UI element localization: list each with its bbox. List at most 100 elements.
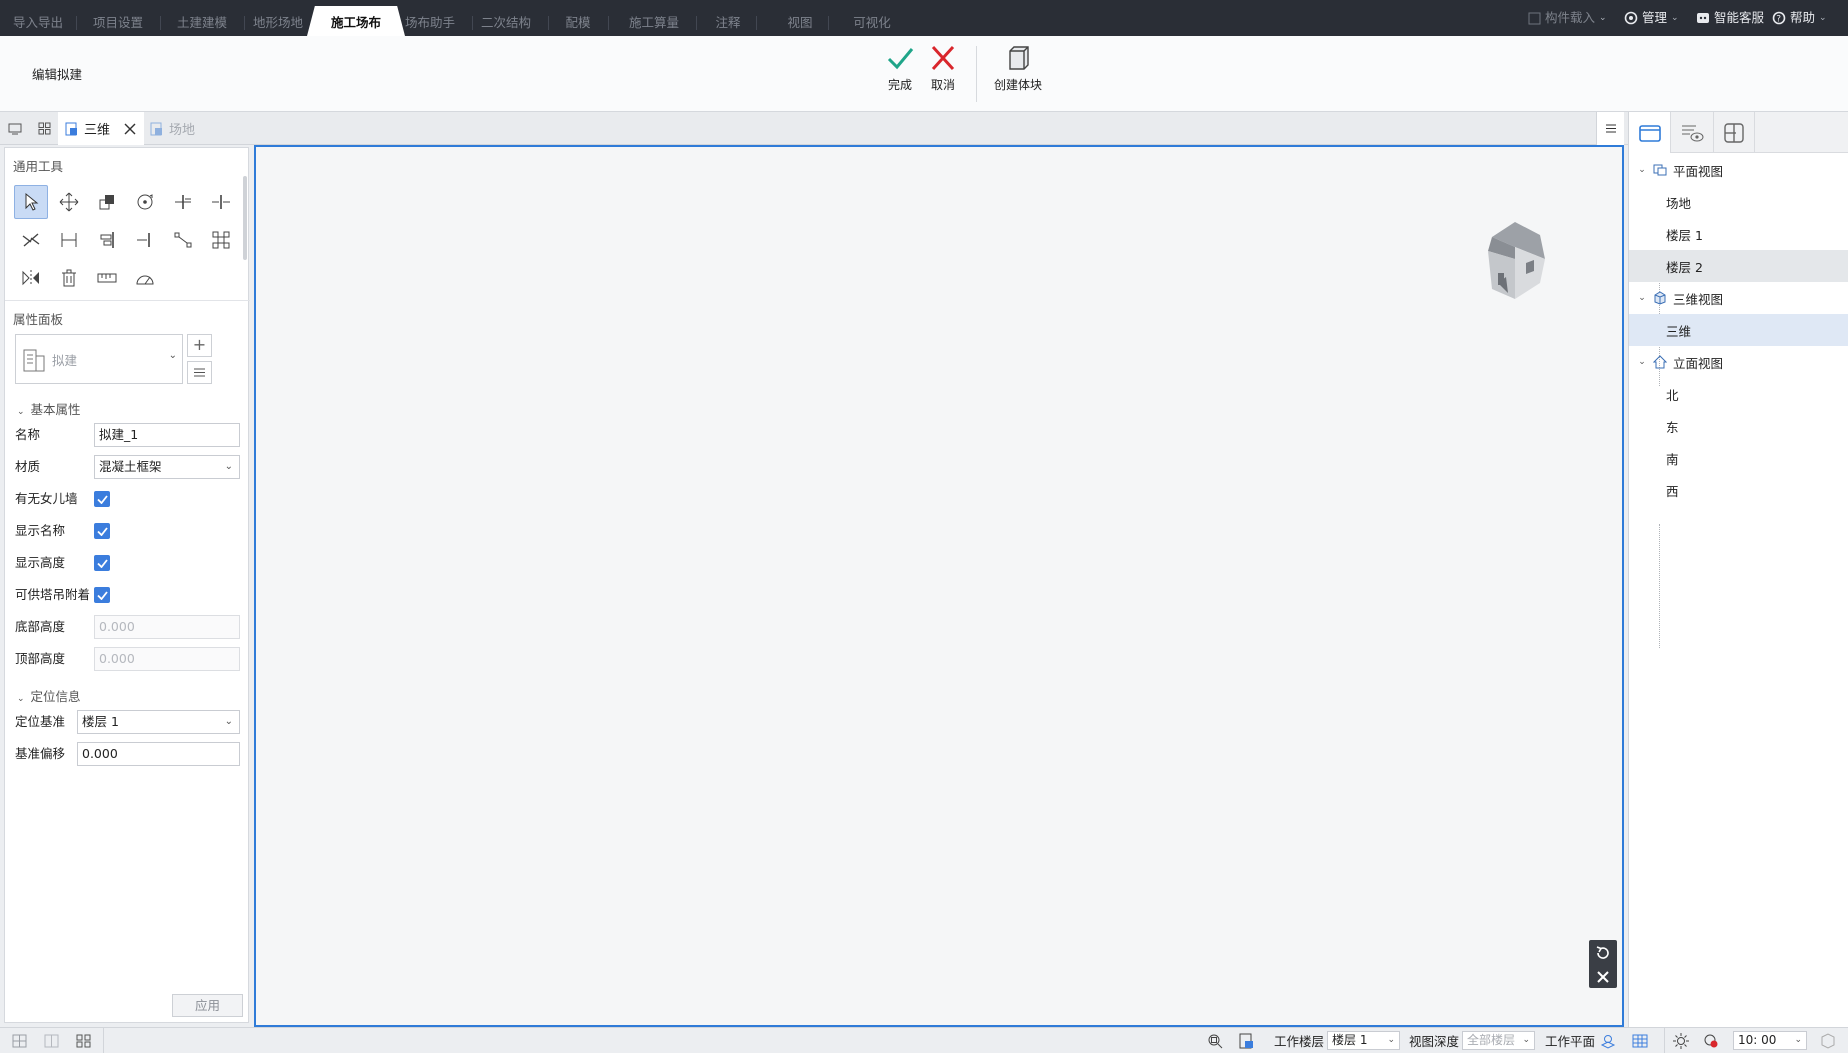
tab-project-settings[interactable]: 项目设置 [84,6,161,36]
close-icon [931,45,955,71]
tab-3d-view[interactable]: 三维 [58,112,144,145]
mirror-tool[interactable] [14,261,48,295]
rotate-icon [137,194,153,210]
select-tool[interactable] [14,185,48,219]
tree-item-west[interactable]: 西 [1629,474,1848,506]
view-depth-select[interactable]: 全部楼层 ⌄ [1462,1031,1535,1050]
grid-layout-button[interactable] [38,112,51,145]
extend-tool[interactable] [166,185,200,219]
time-select[interactable]: 10: 00 ⌄ [1733,1031,1807,1050]
measure-tool[interactable] [90,261,124,295]
tree-item-floor-2[interactable]: 楼层 2 [1629,250,1848,282]
tab-civil-modeling[interactable]: 土建建模 [168,6,245,36]
show-name-checkbox[interactable] [94,523,110,539]
parapet-checkbox[interactable] [94,491,110,507]
trim-icon [137,233,150,247]
apply-button[interactable]: 应用 [172,994,243,1017]
smart-service-button[interactable]: 智能客服 [1696,9,1764,27]
layout-grid-button[interactable] [76,1028,91,1053]
layout-single-button[interactable] [12,1028,27,1053]
help-menu[interactable]: ? 帮助 ⌄ [1772,9,1827,27]
tree-item-east[interactable]: 东 [1629,410,1848,442]
split-tool[interactable] [204,185,238,219]
name-input[interactable]: 拟建_1 [94,423,240,447]
zoom-extent-button[interactable] [1207,1028,1223,1053]
move-tool[interactable] [52,185,86,219]
dimension-tool[interactable] [52,223,86,257]
3d-viewport[interactable] [254,145,1624,1027]
copy-tool[interactable] [90,185,124,219]
work-floor-select[interactable]: 楼层 1 ⌄ [1327,1031,1400,1050]
grid-display-icon [1632,1034,1648,1047]
position-ref-select[interactable]: 楼层 1 ⌄ [77,710,240,734]
add-type-button[interactable]: + [187,334,212,357]
tab-site-view[interactable]: 场地 [150,112,195,145]
tree-plan-view-label: 平面视图 [1673,163,1724,179]
close-icon[interactable] [124,123,136,135]
tab-layout[interactable] [1713,112,1755,153]
delete-tool[interactable] [52,261,86,295]
tab-terrain-site[interactable]: 地形场地 [244,6,312,36]
basic-properties-group[interactable]: ⌄ 基本属性 [17,399,81,418]
work-plane-button[interactable] [1600,1028,1616,1053]
tab-view-browser[interactable] [1629,112,1671,153]
tree-item-north[interactable]: 北 [1629,378,1848,410]
trim-tool[interactable] [128,223,162,257]
view-browser-icon [1638,124,1661,142]
angle-measure-tool[interactable] [128,261,162,295]
position-info-group[interactable]: ⌄ 定位信息 [17,686,81,705]
tree-item-south[interactable]: 南 [1629,442,1848,474]
site-doc-icon [150,122,162,135]
shadow-button[interactable] [1703,1028,1719,1053]
chevron-down-icon: ⌄ [17,694,25,704]
window-icon [8,123,22,134]
plus-icon: + [192,335,207,354]
tools-scrollbar[interactable] [243,176,247,260]
connect-tool[interactable] [166,223,200,257]
ref-offset-input[interactable]: 0.000 [77,742,240,766]
doc-button[interactable] [1238,1028,1254,1053]
layout-split-button[interactable] [44,1028,59,1053]
tree-item-3d[interactable]: 三维 [1629,314,1848,346]
finish-button[interactable]: 完成 [884,44,916,93]
grid-display-button[interactable] [1632,1028,1648,1053]
view-cube-icon[interactable] [1470,219,1560,309]
sun-button[interactable] [1673,1028,1689,1053]
tab-layout-assistant[interactable]: 场布助手 [396,6,473,36]
rotate-tool[interactable] [128,185,162,219]
tab-visualization[interactable]: 可视化 [848,6,896,36]
tab-secondary-structure[interactable]: 二次结构 [472,6,549,36]
tab-formwork[interactable]: 配模 [556,6,609,36]
tab-view[interactable]: 视图 [780,6,829,36]
show-height-checkbox[interactable] [94,555,110,571]
tree-plan-view[interactable]: ⌄ 平面视图 [1629,154,1848,186]
reset-view-icon[interactable] [1595,945,1611,961]
tree-item-site[interactable]: 场地 [1629,186,1848,218]
render-button[interactable] [1820,1028,1836,1053]
tab-construction-layout[interactable]: 施工场布 [318,6,394,36]
type-list-button[interactable] [187,361,212,384]
crane-attach-checkbox[interactable] [94,587,110,603]
material-select[interactable]: 混凝土框架 ⌄ [94,455,240,479]
tab-quantity[interactable]: 施工算量 [620,6,697,36]
chevron-down-icon: ⌄ [1387,1035,1395,1045]
load-component-menu[interactable]: 构件载入 ⌄ [1528,9,1607,27]
manage-menu[interactable]: 管理 ⌄ [1624,9,1679,27]
align-tool[interactable] [90,223,124,257]
tree-item-floor-1[interactable]: 楼层 1 [1629,218,1848,250]
create-block-button[interactable]: 创建体块 [994,44,1042,93]
close-icon[interactable] [1596,970,1610,984]
array-tool[interactable] [204,223,238,257]
tab-visibility[interactable] [1671,112,1713,153]
tree-3d-view[interactable]: ⌄ 三维视图 [1629,282,1848,314]
grid-icon [38,122,51,135]
tab-import-export[interactable]: 导入导出 [8,6,77,36]
type-selector[interactable]: 拟建 ⌄ [15,334,183,384]
tab-annotation[interactable]: 注释 [708,6,757,36]
tree-elevation-view[interactable]: ⌄ 立面视图 [1629,346,1848,378]
break-tool[interactable] [14,223,48,257]
window-icon-button[interactable] [8,112,22,145]
cancel-button[interactable]: 取消 [928,44,958,93]
help-label: 帮助 [1790,10,1816,25]
view-menu-button[interactable] [1596,112,1624,145]
